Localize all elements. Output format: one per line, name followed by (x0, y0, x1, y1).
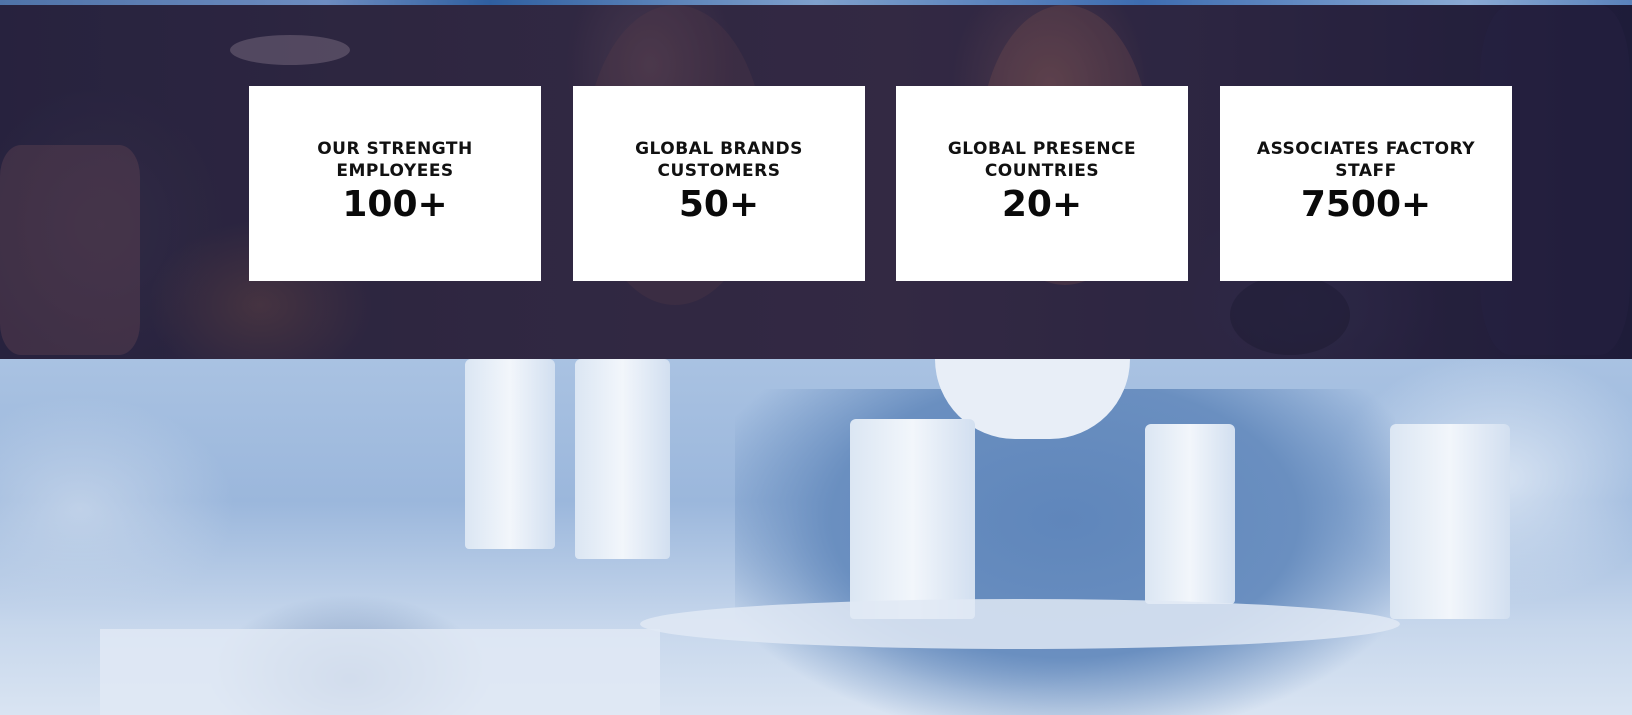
thread-spool (850, 419, 975, 619)
stat-value: 7500+ (1300, 184, 1432, 225)
thread-spool (1145, 424, 1235, 604)
work-table (640, 599, 1400, 649)
stat-label: GLOBAL BRANDS CUSTOMERS (635, 139, 803, 181)
thread-spool (465, 359, 555, 549)
thread-spool (575, 359, 670, 559)
page: OUR STRENGTH EMPLOYEES 100+ GLOBAL BRAND… (0, 0, 1632, 715)
stat-value: 50+ (678, 184, 760, 225)
thread-spool (1390, 424, 1510, 619)
stat-label: ASSOCIATES FACTORY STAFF (1256, 139, 1476, 181)
stat-card-countries: GLOBAL PRESENCE COUNTRIES 20+ (896, 86, 1188, 281)
stat-card-factory-staff: ASSOCIATES FACTORY STAFF 7500+ (1220, 86, 1512, 281)
stat-card-employees: OUR STRENGTH EMPLOYEES 100+ (249, 86, 541, 281)
factory-background-image (0, 359, 1632, 715)
stats-section: OUR STRENGTH EMPLOYEES 100+ GLOBAL BRAND… (0, 5, 1632, 359)
work-table (100, 629, 660, 715)
stat-card-customers: GLOBAL BRANDS CUSTOMERS 50+ (573, 86, 865, 281)
stat-value: 20+ (1001, 184, 1083, 225)
stat-value: 100+ (342, 184, 448, 225)
stat-label: GLOBAL PRESENCE COUNTRIES (947, 139, 1137, 181)
stat-label: OUR STRENGTH EMPLOYEES (317, 139, 473, 181)
worker-figure (735, 389, 1395, 715)
